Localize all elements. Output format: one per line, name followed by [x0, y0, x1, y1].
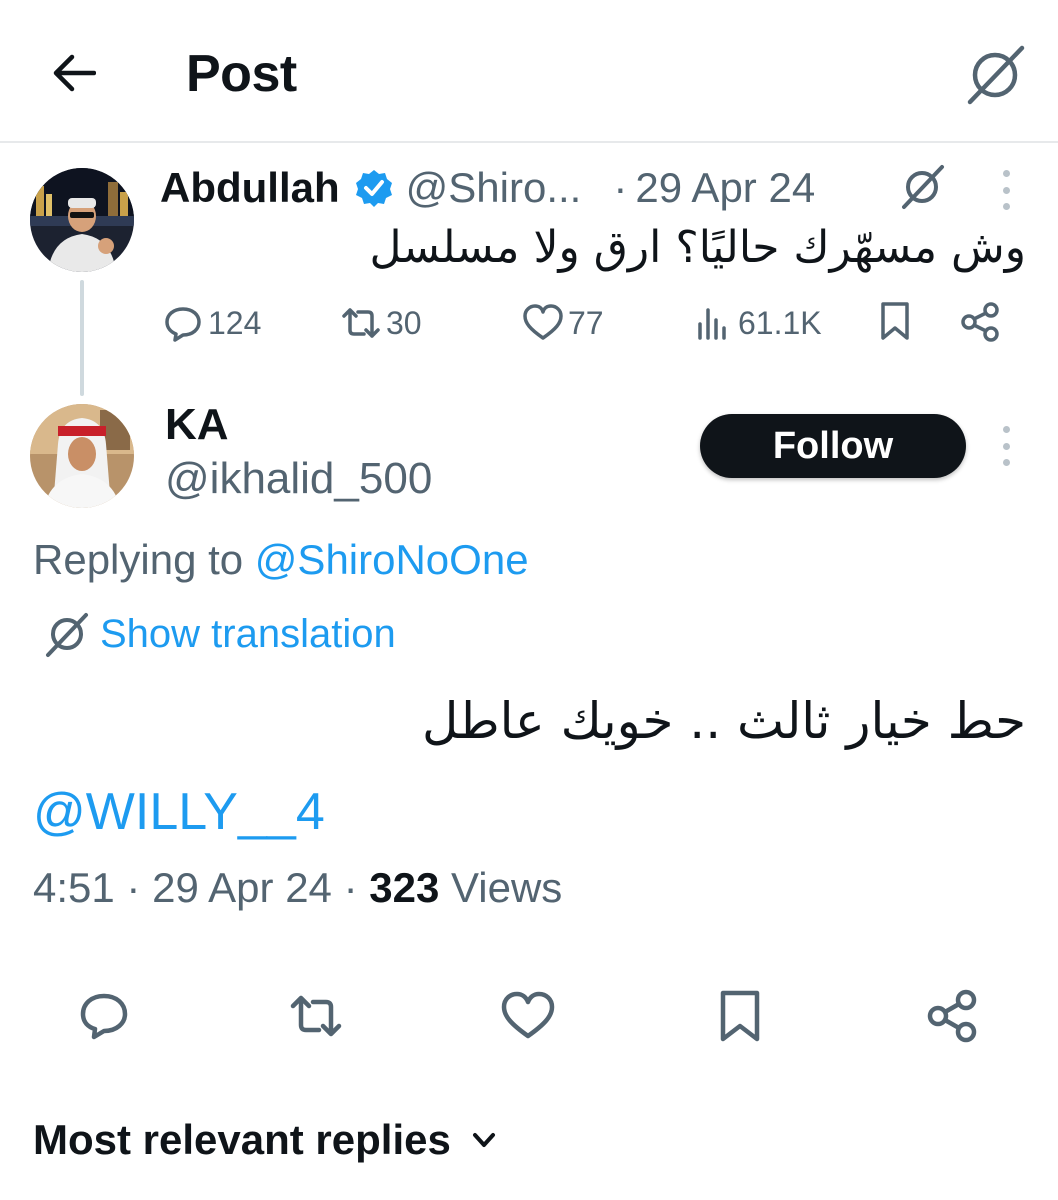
heart-icon [501, 991, 555, 1039]
retweet-icon [342, 308, 380, 338]
replies-sort-dropdown[interactable]: Most relevant replies [33, 1110, 499, 1170]
avatar-parent-author[interactable] [30, 168, 134, 272]
chevron-down-icon [472, 1133, 495, 1147]
like-button[interactable] [500, 988, 556, 1044]
parent-author-handle[interactable]: @Shiro... [406, 164, 582, 212]
mention-link[interactable]: @WILLY__4 [33, 782, 325, 842]
share-icon [927, 989, 977, 1043]
translate-button[interactable] [962, 42, 1028, 108]
show-translation-label: Show translation [100, 611, 396, 656]
avatar-reply-author[interactable] [30, 404, 134, 508]
translate-icon [46, 613, 88, 657]
reply-icon [165, 307, 201, 342]
parent-author-name[interactable]: Abdullah [160, 164, 340, 212]
bookmark-icon [720, 990, 760, 1042]
reply-count: 124 [208, 304, 262, 341]
views-count: 61.1K [738, 304, 822, 341]
tweet-time[interactable]: 4:51 [33, 864, 115, 911]
share-button[interactable] [924, 988, 980, 1044]
more-vertical-icon[interactable] [996, 170, 1016, 210]
follow-button[interactable]: Follow [700, 414, 966, 478]
views-number: 323 [369, 864, 440, 911]
replying-to-link[interactable]: @ShiroNoOne [255, 536, 529, 583]
avatar-image [30, 404, 134, 508]
parent-views-count[interactable]: 61.1K [692, 298, 822, 348]
views-label: Views [451, 864, 563, 911]
share-icon [961, 302, 999, 342]
reply-button[interactable] [76, 988, 132, 1044]
retweet-icon [290, 995, 342, 1037]
translate-icon [902, 165, 944, 209]
separator-dot: · [343, 864, 358, 911]
replying-to-line: Replying to @ShiroNoOne [33, 536, 529, 584]
translate-icon [967, 45, 1025, 105]
back-button[interactable] [48, 50, 98, 96]
parent-reply-count[interactable]: 124 [162, 298, 261, 348]
replying-prefix: Replying to [33, 536, 244, 583]
top-bar: Post [0, 0, 1058, 143]
reply-author-handle[interactable]: @ikhalid_500 [165, 454, 432, 504]
arrow-left-icon [53, 54, 96, 92]
heart-icon [523, 304, 563, 340]
reply-icon [80, 993, 128, 1040]
verified-badge-icon [355, 170, 392, 207]
views-bar-icon [698, 308, 726, 340]
more-vertical-icon[interactable] [996, 426, 1016, 466]
parent-tweet-date[interactable]: 29 Apr 24 [635, 164, 815, 212]
bookmark-icon [881, 302, 909, 340]
like-count: 77 [568, 304, 604, 341]
parent-author-row: Abdullah @Shiro... · 29 Apr 24 [160, 160, 815, 216]
reply-author-name[interactable]: KA [165, 400, 229, 450]
replies-sort-label: Most relevant replies [33, 1116, 451, 1163]
tweet-date[interactable]: 29 Apr 24 [152, 864, 332, 911]
reply-tweet-text: حط خيار ثالث .. خويك عاطل [421, 692, 1026, 750]
separator-dot: · [126, 864, 141, 911]
parent-like-count[interactable]: 77 [522, 298, 604, 348]
parent-tweet-text: وش مسهّرك حاليًا؟ ارق ولا مسلسل [369, 222, 1027, 273]
show-translation-button[interactable]: Show translation [42, 606, 396, 662]
avatar-image [30, 168, 134, 272]
separator-dot: · [613, 164, 628, 211]
parent-bookmark-button[interactable] [874, 300, 916, 342]
thread-connector [80, 280, 84, 396]
tweet-meta: 4:51 · 29 Apr 24 · 323 Views [33, 864, 562, 912]
retweet-button[interactable] [288, 988, 344, 1044]
retweet-count: 30 [386, 304, 422, 341]
page-title: Post [186, 45, 297, 103]
parent-share-button[interactable] [958, 300, 1002, 344]
parent-translate-button[interactable] [898, 163, 946, 211]
parent-retweet-count[interactable]: 30 [340, 298, 422, 348]
bookmark-button[interactable] [712, 988, 768, 1044]
